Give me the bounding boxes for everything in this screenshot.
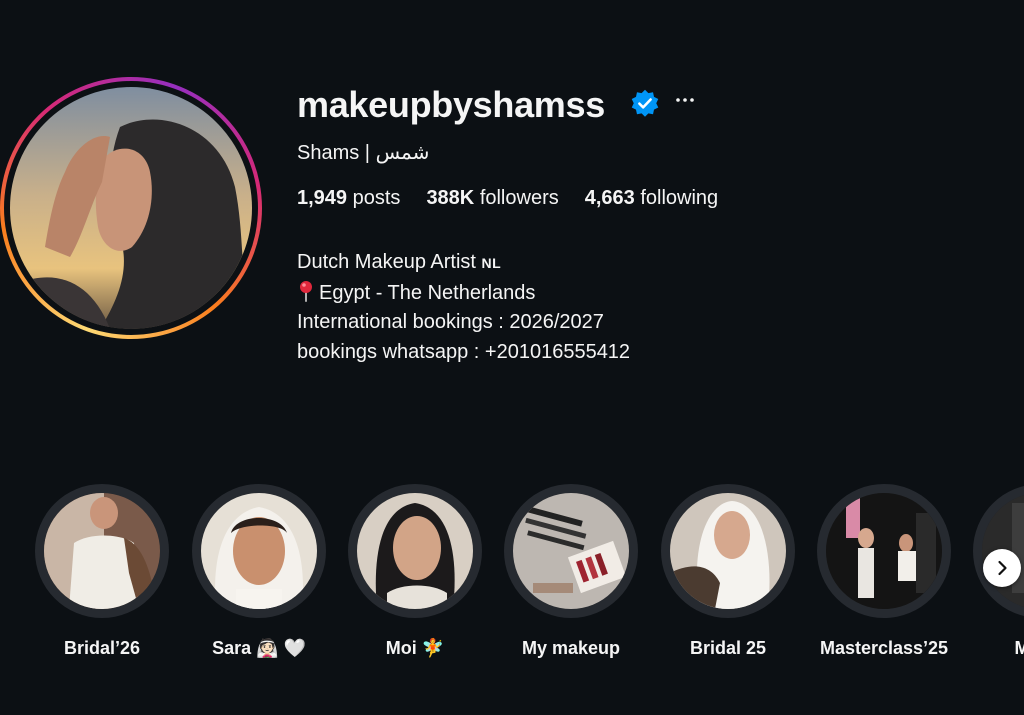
highlight-label: My makeup: [521, 638, 621, 658]
bio-line-1-text: Dutch Makeup Artist: [297, 251, 476, 273]
highlight-ring: [504, 484, 638, 618]
bio-line-4: bookings whatsapp : +201016555412: [297, 340, 631, 363]
bio-line-1: Dutch Makeup Artist NL: [297, 248, 630, 279]
bio-line-2-text: Egypt - The Netherlands: [319, 281, 536, 304]
highlights-next-button[interactable]: [983, 549, 1021, 587]
bio-line-3: International bookings : 2026/2027: [297, 311, 604, 333]
highlight-label: Sara 👰🏻 🤍: [212, 638, 306, 658]
highlight-cover: [201, 493, 317, 609]
highlight-ring: [35, 484, 169, 618]
highlight-label: Bridal’26: [63, 638, 141, 658]
highlight-cover: [826, 493, 942, 609]
highlight-item[interactable]: Bridal’26: [34, 484, 170, 659]
followers-count: 388K: [426, 187, 475, 209]
highlight-ring: [192, 484, 326, 618]
highlight-label: Moi 🧚: [385, 638, 445, 658]
profile-page: makeupbyshamss Shams | شمس 1,949 posts 3…: [0, 0, 1024, 715]
highlight-item[interactable]: Masterclass’25: [816, 484, 952, 659]
posts-stat[interactable]: 1,949 posts: [297, 187, 400, 210]
profile-avatar-story-ring[interactable]: [0, 77, 262, 339]
avatar-photo: [10, 87, 252, 329]
highlight-ring: [817, 484, 951, 618]
highlight-label: Masterclass’25: [819, 638, 949, 658]
profile-full-name: Shams | شمس: [297, 142, 430, 164]
chevron-right-icon: [998, 560, 1007, 576]
verified-badge-icon: [631, 89, 659, 117]
highlight-ring: [348, 484, 482, 618]
highlight-item[interactable]: My makeup: [503, 484, 639, 659]
posts-label: posts: [352, 187, 401, 209]
bio-line-2: Egypt - The Netherlands: [297, 279, 630, 309]
following-label: following: [640, 187, 719, 209]
following-count: 4,663: [584, 187, 635, 209]
highlight-cover: [44, 493, 160, 609]
highlight-cover: [357, 493, 473, 609]
following-stat[interactable]: 4,663 following: [585, 187, 718, 210]
highlight-label: Maste: [1014, 638, 1024, 658]
profile-stats: 1,949 posts 388K followers 4,663 followi…: [297, 187, 718, 210]
followers-label: followers: [479, 187, 559, 209]
posts-count: 1,949: [297, 187, 348, 209]
profile-avatar[interactable]: [10, 87, 252, 329]
more-options-icon[interactable]: [673, 88, 697, 112]
highlight-item[interactable]: Bridal 25: [660, 484, 796, 659]
highlight-item[interactable]: Sara 👰🏻 🤍: [191, 484, 327, 659]
profile-bio: Dutch Makeup Artist NL Egypt - The Nethe…: [297, 248, 630, 367]
followers-stat[interactable]: 388K followers: [426, 187, 558, 210]
round-pushpin-icon: [300, 280, 312, 302]
highlight-label: Bridal 25: [689, 638, 767, 658]
bio-flag-text: NL: [481, 255, 502, 271]
highlight-item[interactable]: Moi 🧚: [347, 484, 483, 659]
highlight-cover: [670, 493, 786, 609]
highlight-cover: [513, 493, 629, 609]
highlight-ring: [661, 484, 795, 618]
profile-username[interactable]: makeupbyshamss: [297, 84, 605, 126]
